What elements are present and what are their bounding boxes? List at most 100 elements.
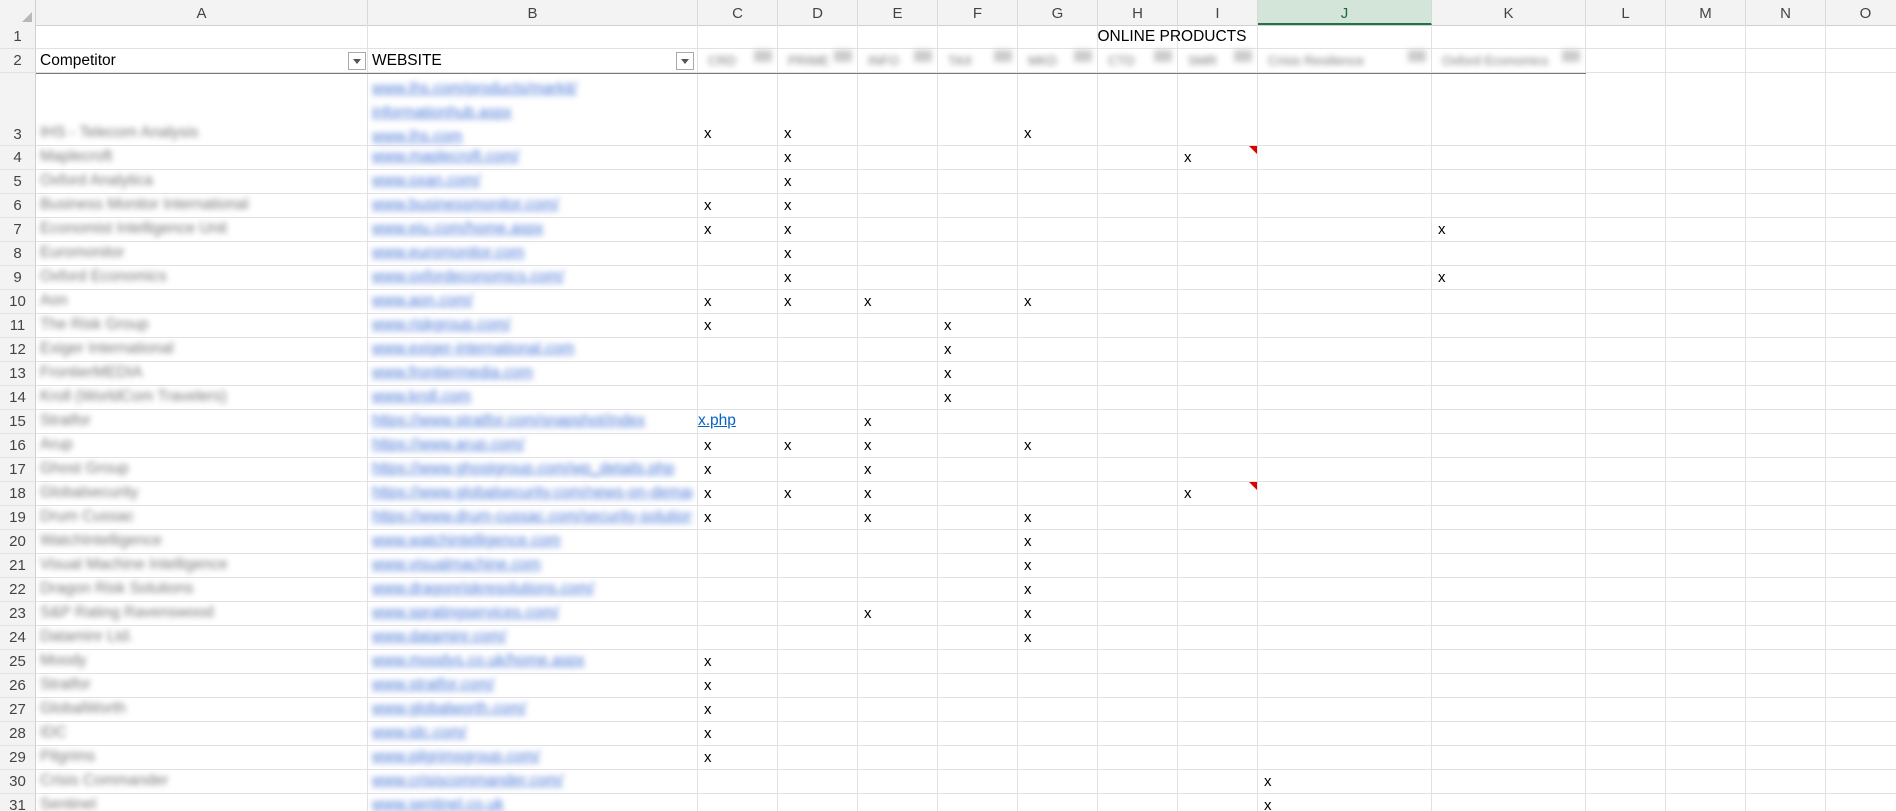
product-filter-button[interactable] [1154, 50, 1172, 62]
website-link[interactable]: www.watchintelligence.com [372, 532, 692, 550]
product-filter-button[interactable] [1562, 50, 1580, 62]
row-header-10[interactable]: 10 [0, 290, 36, 314]
row-header-24[interactable]: 24 [0, 626, 36, 650]
row-header-5[interactable]: 5 [0, 170, 36, 194]
column-header-f[interactable]: F [938, 0, 1018, 25]
row-header-20[interactable]: 20 [0, 530, 36, 554]
row-header-19[interactable]: 19 [0, 506, 36, 530]
product-filter-button[interactable] [994, 50, 1012, 62]
row-header-1[interactable]: 1 [0, 25, 36, 49]
row-header-9[interactable]: 9 [0, 266, 36, 290]
row-header-13[interactable]: 13 [0, 362, 36, 386]
website-link[interactable]: www.riskgroup.com/ [372, 316, 692, 334]
column-header-k[interactable]: K [1432, 0, 1586, 25]
website-link-row3[interactable]: www.ihs.com/products/markit/ [372, 80, 577, 98]
competitor-filter-button[interactable] [348, 52, 366, 70]
column-header-b[interactable]: B [368, 0, 698, 25]
row-header-8[interactable]: 8 [0, 242, 36, 266]
row-header-25[interactable]: 25 [0, 650, 36, 674]
row-header-31[interactable]: 31 [0, 794, 36, 811]
product-mark-x: x [704, 317, 712, 334]
website-link[interactable]: https://www.ghostgroup.com/wp_details.ph… [372, 460, 692, 478]
column-header-j[interactable]: J [1258, 0, 1432, 25]
column-header-i[interactable]: I [1178, 0, 1258, 25]
comment-indicator[interactable] [1249, 482, 1257, 490]
comment-indicator[interactable] [1249, 146, 1257, 154]
product-filter-button[interactable] [754, 50, 772, 62]
row-header-2[interactable]: 2 [0, 49, 36, 73]
row-header-27[interactable]: 27 [0, 698, 36, 722]
website-link[interactable]: https://www.arup.com/ [372, 436, 692, 454]
row-header-26[interactable]: 26 [0, 674, 36, 698]
row-header-11[interactable]: 11 [0, 314, 36, 338]
column-header-n[interactable]: N [1746, 0, 1826, 25]
row-header-14[interactable]: 14 [0, 386, 36, 410]
product-mark-x: x [1438, 221, 1446, 238]
column-header-l[interactable]: L [1586, 0, 1666, 25]
column-header-h[interactable]: H [1098, 0, 1178, 25]
competitor-name: Dataminr Ltd. [40, 628, 134, 645]
website-link[interactable]: www.spratingservices.com/ [372, 604, 692, 622]
product-mark-x: x [784, 245, 792, 262]
competitor-name: Stratfor [40, 676, 91, 693]
website-link[interactable]: www.sentinel.co.uk [372, 796, 692, 811]
website-link[interactable]: www.eiu.com/home.aspx [372, 220, 692, 238]
product-filter-button[interactable] [914, 50, 932, 62]
website-link[interactable]: www.stratfor.com/ [372, 676, 692, 694]
website-link[interactable]: www.dataminr.com/ [372, 628, 692, 646]
website-link[interactable]: www.oxan.com/ [372, 172, 692, 190]
website-link-row3[interactable]: informationhub.aspx [372, 104, 512, 122]
column-header-e[interactable]: E [858, 0, 938, 25]
row-header-22[interactable]: 22 [0, 578, 36, 602]
row-header-21[interactable]: 21 [0, 554, 36, 578]
website-link[interactable]: www.kroll.com [372, 388, 692, 406]
column-header-g[interactable]: G [1018, 0, 1098, 25]
row-header-18[interactable]: 18 [0, 482, 36, 506]
product-filter-button[interactable] [1408, 50, 1426, 62]
column-header-a[interactable]: A [36, 0, 368, 25]
product-filter-button[interactable] [1234, 50, 1252, 62]
select-all-corner[interactable] [0, 0, 36, 25]
row-header-29[interactable]: 29 [0, 746, 36, 770]
website-link[interactable]: www.euromonitor.com [372, 244, 692, 262]
website-link[interactable]: https://www.globalsecurity.com/news-on-d… [372, 484, 692, 502]
website-link[interactable]: www.exiger-international.com [372, 340, 692, 358]
website-link[interactable]: www.globalworth.com/ [372, 700, 692, 718]
website-filter-button[interactable] [676, 52, 694, 70]
row-header-4[interactable]: 4 [0, 146, 36, 170]
row-header-3[interactable]: 3 [0, 73, 36, 146]
column-header-m[interactable]: M [1666, 0, 1746, 25]
row-header-6[interactable]: 6 [0, 194, 36, 218]
website-link[interactable]: www.businessmonitor.com/ [372, 196, 692, 214]
row-header-28[interactable]: 28 [0, 722, 36, 746]
column-header-c[interactable]: C [698, 0, 778, 25]
website-link-suffix[interactable]: x.php [698, 412, 736, 430]
product-filter-button[interactable] [834, 50, 852, 62]
website-link[interactable]: www.moodys.co.uk/home.aspx [372, 652, 692, 670]
website-link[interactable]: www.visualmachine.com [372, 556, 692, 574]
website-link[interactable]: www.idc.com/ [372, 724, 692, 742]
website-link[interactable]: www.maplecroft.com/ [372, 148, 692, 166]
column-header-o[interactable]: O [1826, 0, 1896, 25]
product-filter-button[interactable] [1074, 50, 1092, 62]
competitor-name: Maplecroft [40, 148, 113, 165]
website-link[interactable]: https://www.stratfor.com/snapshot/index [372, 412, 692, 430]
column-header-d[interactable]: D [778, 0, 858, 25]
row-header-12[interactable]: 12 [0, 338, 36, 362]
row-header-30[interactable]: 30 [0, 770, 36, 794]
row-header-15[interactable]: 15 [0, 410, 36, 434]
row-header-17[interactable]: 17 [0, 458, 36, 482]
website-link[interactable]: www.oxfordeconomics.com/ [372, 268, 692, 286]
row-header-23[interactable]: 23 [0, 602, 36, 626]
website-link[interactable]: www.frontiermedia.com [372, 364, 692, 382]
row-header-7[interactable]: 7 [0, 218, 36, 242]
website-link[interactable]: www.crisiscommander.com/ [372, 772, 692, 790]
row-header-16[interactable]: 16 [0, 434, 36, 458]
website-link[interactable]: www.pilgrimsgroup.com/ [372, 748, 692, 766]
grid-line [36, 625, 1896, 626]
website-link[interactable]: www.aon.com/ [372, 292, 692, 310]
website-link[interactable]: www.dragonriskresolutions.com/ [372, 580, 692, 598]
website-link[interactable]: https://www.drum-cussac.com/security-sol… [372, 508, 692, 526]
website-link-row3[interactable]: www.ihs.com [372, 128, 462, 146]
competitor-name: S&P Rating Ravenswood [40, 604, 214, 621]
